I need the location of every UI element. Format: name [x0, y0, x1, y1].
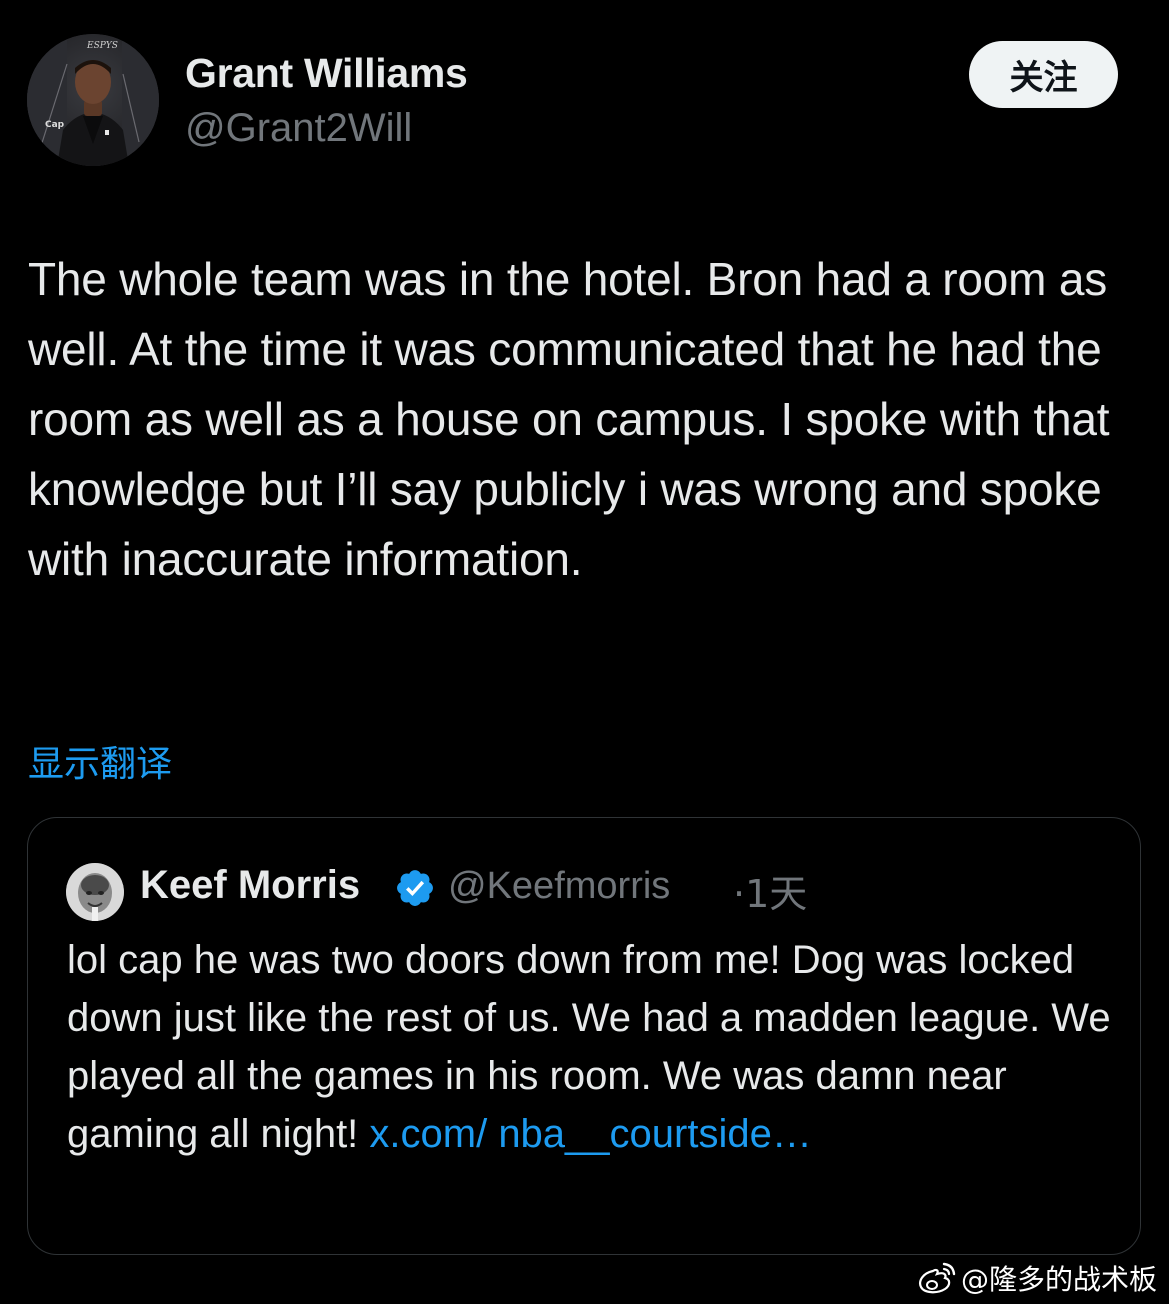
quoted-author-avatar-image [66, 863, 124, 921]
quoted-tweet-timestamp: ·1天 [733, 872, 808, 916]
show-translation-link[interactable]: 显示翻译 [28, 735, 172, 787]
tweet-text: The whole team was in the hotel. Bron ha… [28, 253, 1110, 585]
svg-text:Cap: Cap [45, 120, 65, 130]
quoted-tweet-card[interactable]: Keef Morris @Keefmorris ·1天 lol cap he w… [27, 817, 1141, 1255]
author-avatar[interactable]: ESPYS Cap [27, 34, 159, 166]
quoted-tweet-text: lol cap he was two doors down from me! D… [67, 931, 1117, 1163]
quoted-author-handle: @Keefmorris [448, 865, 671, 907]
quoted-tweet-link[interactable]: x.com/ nba__courtside… [369, 1112, 811, 1156]
verified-badge-icon [397, 870, 433, 906]
weibo-icon [919, 1262, 956, 1294]
quoted-author-display-name: Keef Morris [140, 863, 361, 907]
watermark-text: @隆多的战术板 [960, 1263, 1157, 1296]
follow-button[interactable]: 关注 [969, 41, 1118, 108]
svg-text:ESPYS: ESPYS [86, 41, 118, 51]
author-avatar-image: ESPYS Cap [27, 34, 159, 166]
author-display-name[interactable]: Grant Williams [185, 50, 468, 97]
weibo-watermark: @隆多的战术板 [917, 1258, 1157, 1298]
quoted-author-avatar [66, 863, 124, 921]
author-handle[interactable]: @Grant2Will [185, 106, 412, 151]
